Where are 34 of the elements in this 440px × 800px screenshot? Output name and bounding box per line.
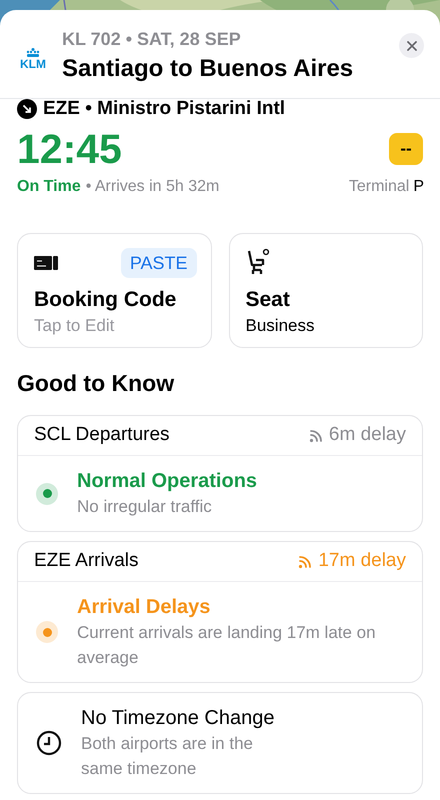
info-card[interactable]: PASTE Booking Code Tap to Edit (17, 233, 212, 348)
flight-status: On Time (17, 177, 81, 197)
item-title: Arrival Delays (77, 595, 212, 620)
item-title: No Timezone Change (81, 706, 276, 731)
item-title: Normal Operations (77, 469, 258, 494)
terminal-value: P (413, 177, 424, 197)
item-description: Current arrivals are landing 17m late on average (77, 622, 377, 669)
delay-indicator: 6m delay (308, 421, 406, 450)
card-subtitle: Tap to Edit (34, 315, 116, 337)
close-button[interactable] (399, 33, 424, 58)
arrival-time: 12:45 (17, 125, 122, 173)
section-title: Good to Know (17, 369, 176, 398)
seat-icon (246, 248, 270, 276)
terminal-label: Terminal (348, 177, 410, 197)
card-header: SCL Departures (34, 423, 170, 448)
gate-badge: -- (389, 133, 423, 165)
card-header: EZE Arrivals (34, 549, 139, 574)
delay-indicator: 17m delay (298, 547, 406, 576)
card-title: Seat (246, 287, 291, 313)
item-description: No irregular traffic (77, 496, 213, 518)
arrival-icon (17, 99, 37, 119)
card-title: Booking Code (34, 287, 178, 313)
card-subtitle: Business (246, 315, 316, 337)
ticket-icon (34, 256, 58, 270)
airline-logo: KLM (16, 48, 50, 70)
airport-name: EZE • Ministro Pistarini Intl (43, 96, 286, 121)
close-icon (406, 40, 416, 50)
clock-icon (36, 730, 62, 756)
arrival-eta: • Arrives in 5h 32m (86, 177, 220, 197)
paste-button[interactable]: PASTE (120, 248, 196, 278)
info-card[interactable]: Seat Business (228, 233, 423, 348)
item-description: Both airports are in the same timezone (81, 733, 254, 780)
flight-subtitle: KL 702 • SAT, 28 SEP (62, 28, 242, 50)
window-title: Santiago to Buenos Aires (62, 54, 354, 84)
